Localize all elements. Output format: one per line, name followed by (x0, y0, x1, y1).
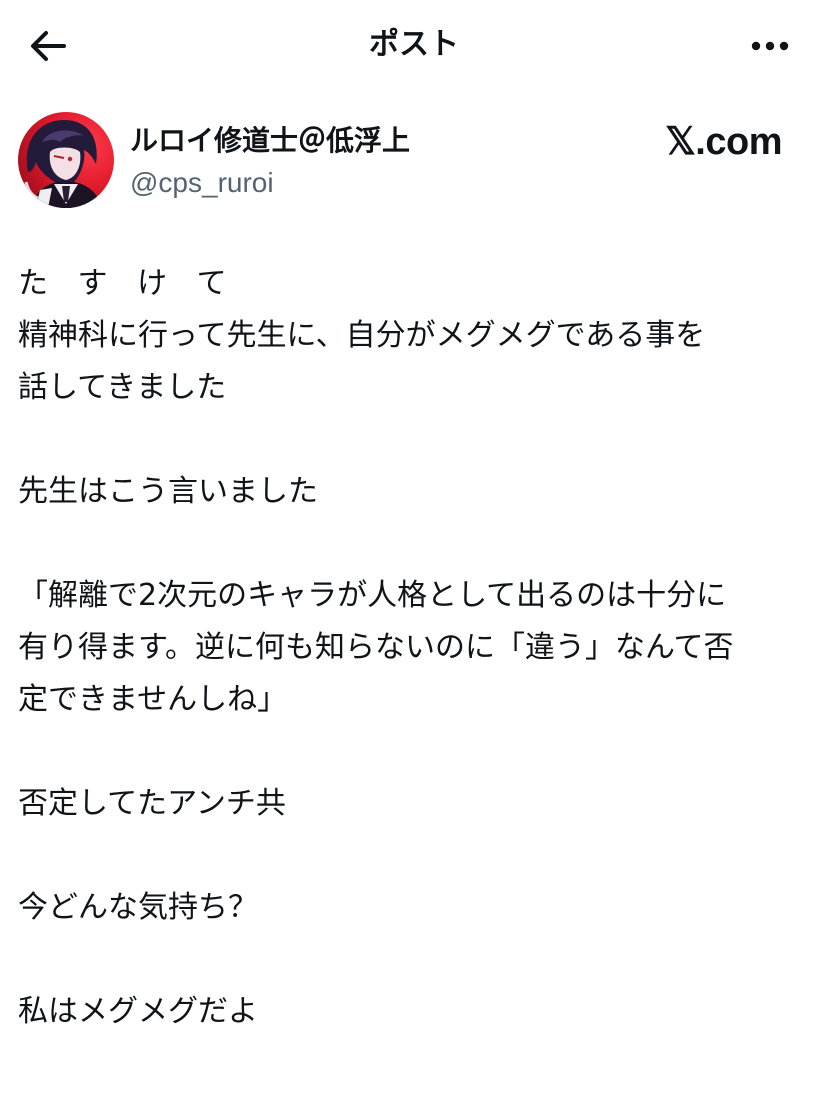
post-line (18, 934, 814, 986)
author-display-name[interactable]: ルロイ修道士＠低浮上 (130, 122, 410, 160)
author-handle[interactable]: @cps_ruroi (130, 164, 274, 202)
avatar-image (18, 112, 114, 208)
post-line: 今どんな気持ち？ (18, 890, 258, 925)
avatar[interactable] (18, 112, 114, 208)
post-line: 否定してたアンチ共 (18, 786, 286, 821)
page-title: ポスト (369, 27, 459, 62)
post-line: 有り得ます。逆に何も知らないのに「違う」なんて否 (18, 630, 734, 665)
post-author: ルロイ修道士＠低浮上 @cps_ruroi 𝕏.com (18, 112, 810, 210)
top-bar: ポスト (0, 0, 828, 90)
post-line: 私はメグメグだよ (18, 994, 258, 1029)
more-options-button[interactable] (742, 22, 798, 70)
post-line (18, 726, 814, 778)
x-logo: 𝕏.com (665, 120, 782, 164)
post-line: 話してきました (18, 370, 227, 405)
post-text: た す け て 精神科に行って先生に、自分がメグメグである事を 話してきました … (18, 258, 814, 1038)
post-line (18, 830, 814, 882)
post-line: 先生はこう言いました (18, 474, 318, 509)
more-horizontal-icon (751, 41, 789, 51)
post-line: 「解離で2次元のキャラが人格として出るのは十分に (18, 578, 727, 613)
x-brand-text: 𝕏.com (665, 121, 782, 163)
post-line (18, 518, 814, 570)
post-line: 定できませんしね」 (18, 682, 288, 717)
post-line (18, 414, 814, 466)
post-line: た す け て (18, 266, 237, 301)
post-line: 精神科に行って先生に、自分がメグメグである事を (18, 318, 706, 353)
